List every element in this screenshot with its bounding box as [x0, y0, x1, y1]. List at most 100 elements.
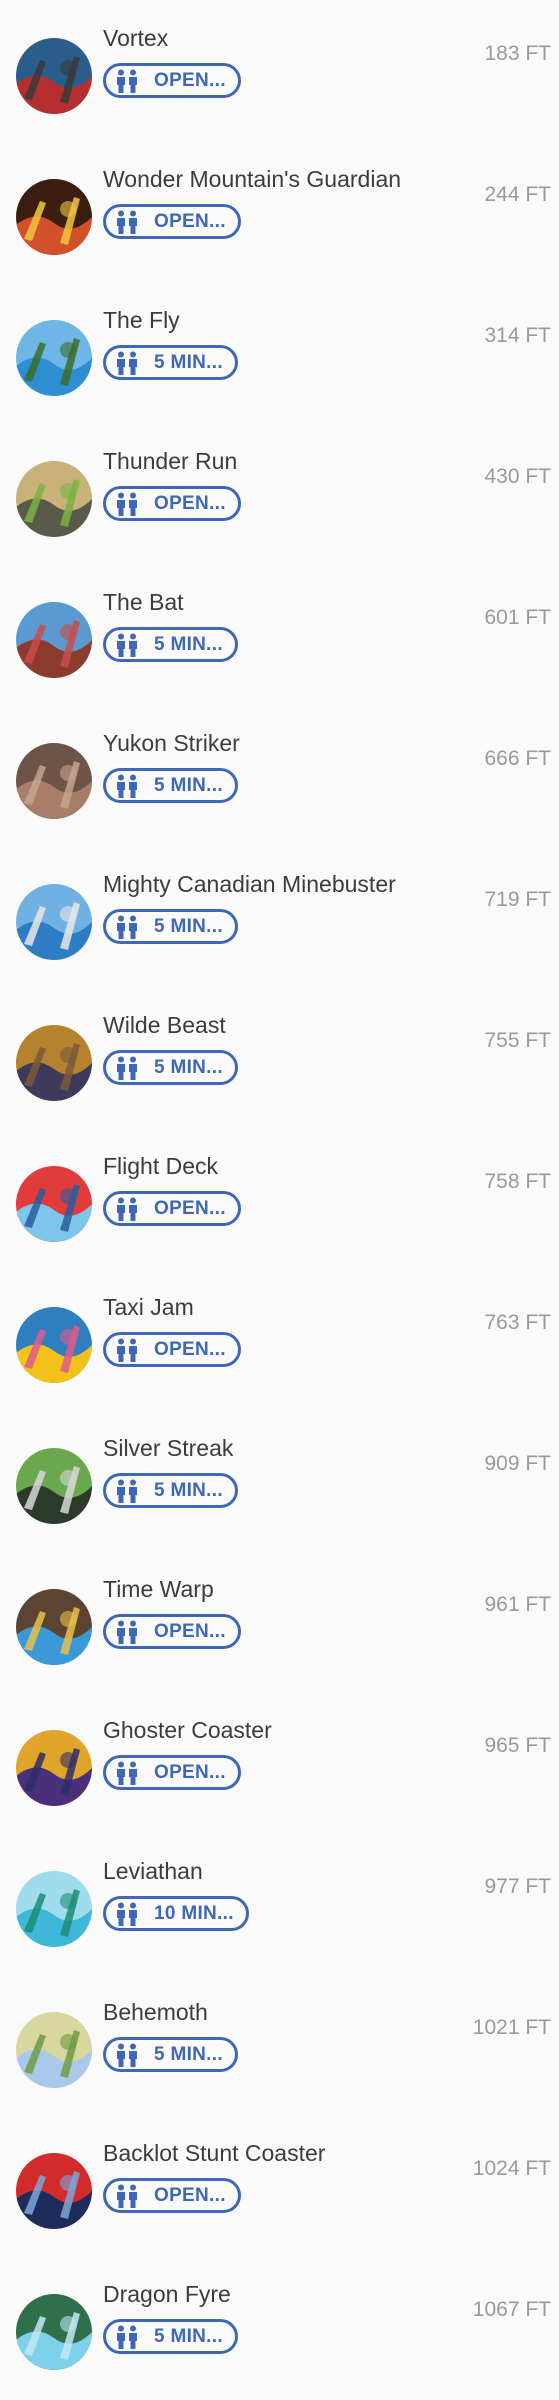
wait-time-label: 5 MIN...	[154, 915, 223, 937]
distance-label: 1021 FT	[472, 2016, 551, 2039]
distance-label: 183 FT	[484, 42, 551, 65]
wait-time-label: 5 MIN...	[154, 2325, 223, 2347]
wait-time-button[interactable]: OPEN...	[103, 486, 241, 521]
people-icon	[112, 1620, 142, 1644]
ride-thumbnail	[16, 461, 92, 537]
wait-time-label: 10 MIN...	[154, 1902, 234, 1924]
wait-time-button[interactable]: 5 MIN...	[103, 345, 238, 380]
ride-photo-behemoth-icon	[16, 2012, 92, 2088]
wait-time-button[interactable]: OPEN...	[103, 2178, 241, 2213]
ride-thumbnail	[16, 1871, 92, 1947]
distance-label: 965 FT	[484, 1734, 551, 1757]
ride-row[interactable]: Mighty Canadian Minebuster 5 MIN... 719 FT	[0, 846, 559, 987]
people-icon	[112, 1761, 142, 1785]
wait-time-button[interactable]: OPEN...	[103, 1332, 241, 1367]
distance-label: 755 FT	[484, 1029, 551, 1052]
wait-time-label: 5 MIN...	[154, 2043, 223, 2065]
ride-thumbnail	[16, 1025, 92, 1101]
ride-name: Time Warp	[103, 1576, 214, 1602]
ride-name: Backlot Stunt Coaster	[103, 2140, 326, 2166]
ride-row[interactable]: Wonder Mountain's Guardian OPEN... 244 FT	[0, 141, 559, 282]
ride-row[interactable]: Flight Deck OPEN... 758 FT	[0, 1128, 559, 1269]
distance-label: 314 FT	[484, 324, 551, 347]
ride-thumbnail	[16, 602, 92, 678]
ride-row[interactable]: The Fly 5 MIN... 314 FT	[0, 282, 559, 423]
wait-time-label: 5 MIN...	[154, 633, 223, 655]
ride-thumbnail	[16, 1448, 92, 1524]
ride-row[interactable]: Behemoth 5 MIN... 1021 FT	[0, 1974, 559, 2115]
ride-row[interactable]: Vortex OPEN... 183 FT	[0, 0, 559, 141]
people-icon	[112, 1479, 142, 1503]
wait-time-label: 5 MIN...	[154, 774, 223, 796]
ride-name: Wonder Mountain's Guardian	[103, 166, 402, 192]
wait-time-button[interactable]: OPEN...	[103, 1191, 241, 1226]
people-icon	[112, 492, 142, 516]
ride-thumbnail	[16, 884, 92, 960]
wait-time-button[interactable]: 5 MIN...	[103, 1473, 238, 1508]
people-icon	[112, 2184, 142, 2208]
wait-time-button[interactable]: OPEN...	[103, 1755, 241, 1790]
ride-name: The Fly	[103, 307, 180, 333]
ride-row[interactable]: Wilde Beast 5 MIN... 755 FT	[0, 987, 559, 1128]
wait-time-button[interactable]: 5 MIN...	[103, 768, 238, 803]
ride-photo-the-fly-icon	[16, 320, 92, 396]
wait-time-button[interactable]: 5 MIN...	[103, 909, 238, 944]
distance-label: 430 FT	[484, 465, 551, 488]
wait-time-button[interactable]: 10 MIN...	[103, 1896, 249, 1931]
people-icon	[112, 69, 142, 93]
distance-label: 601 FT	[484, 606, 551, 629]
ride-photo-yukon-striker-icon	[16, 743, 92, 819]
people-icon	[112, 1338, 142, 1362]
people-icon	[112, 351, 142, 375]
wait-time-button[interactable]: 5 MIN...	[103, 1050, 238, 1085]
ride-photo-ghoster-coaster-icon	[16, 1730, 92, 1806]
distance-label: 977 FT	[484, 1875, 551, 1898]
people-icon	[112, 210, 142, 234]
distance-label: 1067 FT	[472, 2298, 551, 2321]
ride-row[interactable]: Backlot Stunt Coaster OPEN... 1024 FT	[0, 2115, 559, 2256]
ride-thumbnail	[16, 2294, 92, 2370]
ride-row[interactable]: Silver Streak 5 MIN... 909 FT	[0, 1410, 559, 1551]
ride-photo-guardian-icon	[16, 179, 92, 255]
ride-thumbnail	[16, 1307, 92, 1383]
wait-time-button[interactable]: 5 MIN...	[103, 2319, 238, 2354]
wait-time-button[interactable]: 5 MIN...	[103, 2037, 238, 2072]
distance-label: 763 FT	[484, 1311, 551, 1334]
ride-row[interactable]: Time Warp OPEN... 961 FT	[0, 1551, 559, 1692]
wait-time-label: OPEN...	[154, 1620, 226, 1642]
wait-time-label: OPEN...	[154, 2184, 226, 2206]
ride-row[interactable]: Thunder Run OPEN... 430 FT	[0, 423, 559, 564]
ride-row[interactable]: Dragon Fyre 5 MIN... 1067 FT	[0, 2256, 559, 2397]
ride-photo-silver-streak-icon	[16, 1448, 92, 1524]
ride-thumbnail	[16, 1166, 92, 1242]
ride-name: The Bat	[103, 589, 184, 615]
ride-row[interactable]: The Bat 5 MIN... 601 FT	[0, 564, 559, 705]
ride-photo-taxi-jam-icon	[16, 1307, 92, 1383]
ride-thumbnail	[16, 2153, 92, 2229]
distance-label: 719 FT	[484, 888, 551, 911]
ride-row[interactable]: Leviathan 10 MIN... 977 FT	[0, 1833, 559, 1974]
distance-label: 961 FT	[484, 1593, 551, 1616]
ride-row[interactable]: Taxi Jam OPEN... 763 FT	[0, 1269, 559, 1410]
people-icon	[112, 774, 142, 798]
ride-photo-wilde-beast-icon	[16, 1025, 92, 1101]
ride-row[interactable]: Ghoster Coaster OPEN... 965 FT	[0, 1692, 559, 1833]
ride-thumbnail	[16, 1730, 92, 1806]
wait-time-button[interactable]: OPEN...	[103, 63, 241, 98]
wait-time-button[interactable]: OPEN...	[103, 204, 241, 239]
ride-name: Dragon Fyre	[103, 2281, 231, 2307]
distance-label: 666 FT	[484, 747, 551, 770]
wait-time-button[interactable]: OPEN...	[103, 1614, 241, 1649]
ride-name: Silver Streak	[103, 1435, 234, 1461]
ride-photo-backlot-stunt-icon	[16, 2153, 92, 2229]
wait-time-label: 5 MIN...	[154, 351, 223, 373]
people-icon	[112, 2043, 142, 2067]
ride-row[interactable]: Yukon Striker 5 MIN... 666 FT	[0, 705, 559, 846]
wait-time-label: OPEN...	[154, 210, 226, 232]
distance-label: 909 FT	[484, 1452, 551, 1475]
people-icon	[112, 2325, 142, 2349]
ride-name: Ghoster Coaster	[103, 1717, 272, 1743]
wait-time-button[interactable]: 5 MIN...	[103, 627, 238, 662]
wait-time-label: OPEN...	[154, 69, 226, 91]
people-icon	[112, 1197, 142, 1221]
